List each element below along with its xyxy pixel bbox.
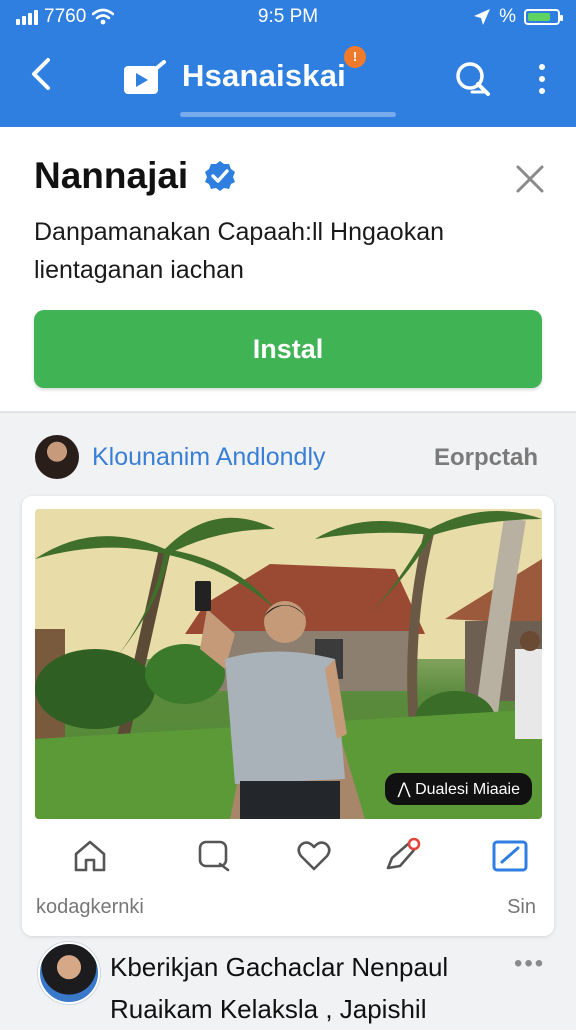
comment-icon[interactable] — [194, 836, 234, 876]
promo-description-line-1: Danpamanakan Capaah:ll Hngaokan — [34, 218, 445, 246]
app-promo-banner: Nannajai Danpamanakan Capaah:ll Hngaokan… — [0, 127, 576, 413]
status-bar: 7760 9:5 PM % — [0, 6, 576, 32]
avatar[interactable] — [38, 942, 100, 1004]
app-header: 7760 9:5 PM % Hsanaiskai ! — [0, 0, 576, 127]
close-icon[interactable] — [512, 161, 548, 197]
search-icon[interactable] — [452, 58, 494, 100]
app-title: Hsanaiskai — [182, 58, 346, 93]
post-text-line-1: Kberikjan Gachaclar Nenpaul — [110, 952, 449, 982]
battery-percent: % — [499, 6, 516, 27]
notification-badge: ! — [344, 46, 366, 68]
account-action-button[interactable]: Eorpctah — [434, 444, 538, 472]
share-icon[interactable] — [382, 836, 422, 876]
location-icon — [474, 9, 491, 25]
avatar[interactable] — [35, 435, 79, 479]
feed-post: Kberikjan Gachaclar Nenpaul Ruaikam Kela… — [0, 940, 576, 1024]
card-footer-left: kodagkernki — [36, 896, 144, 918]
post-text: Kberikjan Gachaclar Nenpaul Ruaikam Kela… — [110, 946, 448, 1030]
battery-icon — [524, 9, 563, 25]
verified-badge-icon — [205, 161, 235, 191]
post-photo[interactable]: ⋀ Dualesi Miaaie — [35, 509, 542, 819]
more-options-icon[interactable]: ••• — [514, 950, 545, 978]
more-vertical-icon[interactable] — [532, 58, 552, 100]
home-icon[interactable] — [70, 836, 110, 876]
video-label-text: Dualesi Miaaie — [415, 781, 520, 798]
account-row: Klounanim Andlondly Eorpctah — [0, 412, 576, 496]
drag-handle — [180, 112, 396, 117]
post-card: ⋀ Dualesi Miaaie kodagkernki Sin — [22, 496, 554, 936]
video-label-badge: ⋀ Dualesi Miaaie — [385, 773, 532, 805]
account-name-link[interactable]: Klounanim Andlondly — [92, 443, 326, 472]
promo-description: Danpamanakan Capaah:ll Hngaokan lientaga… — [34, 213, 514, 289]
card-footer-right[interactable]: Sin — [507, 896, 536, 919]
card-footer: kodagkernki Sin — [36, 896, 536, 919]
compose-icon[interactable] — [490, 836, 530, 876]
heart-icon[interactable] — [294, 836, 334, 876]
post-actions — [22, 836, 554, 880]
app-logo-icon — [124, 60, 166, 94]
promo-title: Nannajai — [34, 155, 189, 196]
promo-description-line-2: lientaganan iachan — [34, 256, 244, 284]
install-button[interactable]: Instal — [34, 310, 542, 388]
back-arrow-icon[interactable] — [22, 54, 62, 94]
